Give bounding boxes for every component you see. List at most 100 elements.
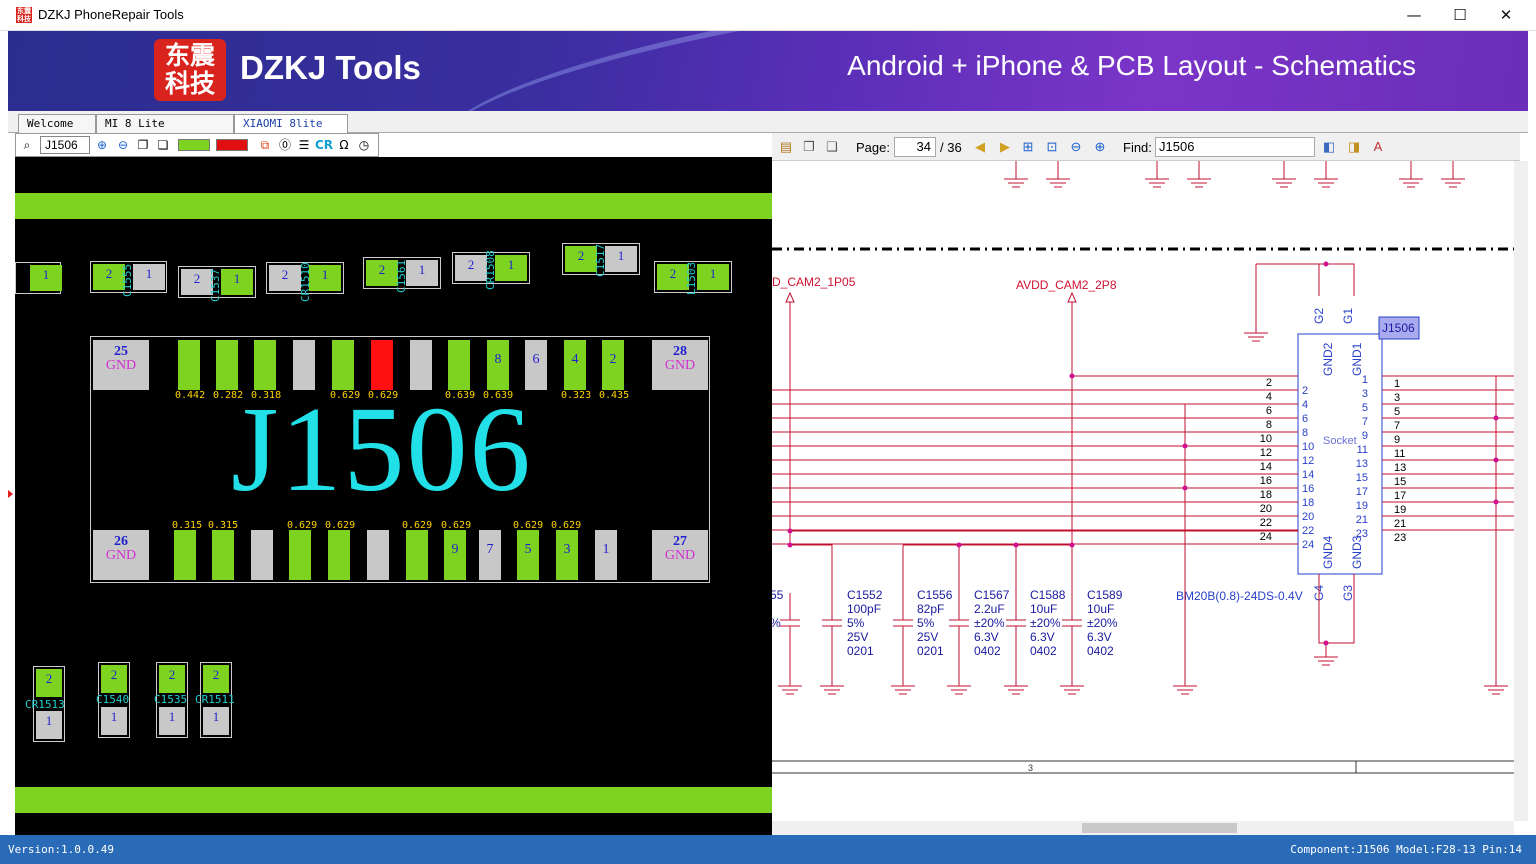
pin-number: 17 xyxy=(1394,490,1406,502)
pcb-search-input[interactable] xyxy=(40,136,90,154)
maximize-button[interactable]: ☐ xyxy=(1437,0,1483,31)
pin-number: 11 xyxy=(1394,448,1405,460)
pad: 1 xyxy=(133,264,165,290)
close-button[interactable]: ✕ xyxy=(1483,0,1529,31)
copy-icon[interactable]: ❐ xyxy=(801,139,817,155)
pcb-rail xyxy=(15,193,772,219)
pin-number: 5 xyxy=(1362,402,1368,414)
copy-icon[interactable]: ❐ xyxy=(135,137,151,153)
prev-page-icon[interactable]: ◀ xyxy=(972,139,988,155)
next-page-icon[interactable]: ▶ xyxy=(997,139,1013,155)
vertical-scrollbar[interactable] xyxy=(1514,161,1528,821)
title-bar[interactable]: 东震 科技 DZKJ PhoneRepair Tools — ☐ ✕ xyxy=(0,0,1536,31)
cr-icon[interactable]: CR xyxy=(314,137,334,153)
pin-pad[interactable]: 1 xyxy=(595,530,617,580)
pcb-rail xyxy=(15,787,772,813)
pin-pad[interactable]: 9 xyxy=(444,530,466,580)
pin-number: 7 xyxy=(1394,420,1400,432)
voltage-reading: 0.323 xyxy=(561,390,592,401)
ground-symbols-top xyxy=(1004,161,1465,188)
pin-label: G3 xyxy=(1341,585,1355,601)
capacitor-text: ±20% xyxy=(1030,616,1061,630)
pin-label: GND2 xyxy=(1321,342,1335,376)
tab-xiaomi-8lite[interactable]: XIAOMI 8lite✕ xyxy=(234,114,348,148)
pad: 1 xyxy=(495,255,527,281)
search-icon[interactable]: ⌕ xyxy=(19,137,35,153)
pin-pad[interactable] xyxy=(328,530,350,580)
horizontal-scrollbar[interactable] xyxy=(772,821,1514,835)
pin-number: 4 xyxy=(1302,399,1308,411)
pin-number: 9 xyxy=(1362,430,1368,442)
power-arrows xyxy=(785,291,1077,545)
capacitor-text: 6.3V xyxy=(1087,630,1112,644)
capacitor-text: 25V xyxy=(847,630,868,644)
pin-pad[interactable] xyxy=(251,530,273,580)
pin-pad[interactable]: 2 xyxy=(602,340,624,390)
part-ref: C1537 xyxy=(209,268,222,302)
pin-pad[interactable] xyxy=(212,530,234,580)
pin-pad[interactable] xyxy=(289,530,311,580)
paste-icon[interactable]: ❏ xyxy=(155,137,171,153)
red-color-picker[interactable] xyxy=(216,139,248,151)
pin-number: 8 xyxy=(1266,419,1272,431)
font-options-icon[interactable]: A xyxy=(1370,139,1386,155)
capacitor-text: 5% xyxy=(847,616,865,630)
page-number-input[interactable]: 34 xyxy=(894,137,936,157)
zoom-in-icon[interactable]: ⊕ xyxy=(1092,139,1108,155)
zoom-in-icon[interactable]: ⊕ xyxy=(94,137,110,153)
ohm-icon[interactable]: Ω xyxy=(336,137,352,153)
pad: 2 xyxy=(36,669,62,697)
pin-pad[interactable] xyxy=(178,340,200,390)
part-ref: C1561 xyxy=(395,259,408,293)
connector-footprint-j1506[interactable]: 25 GND 28 GND 26 GND 27 GND 8 6 4 2 0.442 0.… xyxy=(90,336,710,583)
pin-pad[interactable] xyxy=(367,530,389,580)
export-icon[interactable]: ❏ xyxy=(824,139,840,155)
find-previous-icon[interactable]: ◧ xyxy=(1321,139,1337,155)
app-window: 东震 科技 DZKJ PhoneRepair Tools — ☐ ✕ 东震 科技 D… xyxy=(0,0,1536,864)
capacitor-text: 10uF xyxy=(1030,602,1057,616)
schematic-view[interactable]: D_CAM2_1P05 AVDD_CAM2_2P8 J1506 Socket G… xyxy=(772,161,1514,821)
pin-number: 22 xyxy=(1260,517,1272,529)
pin-pad[interactable]: 4 xyxy=(564,340,586,390)
pcb-part[interactable]: 1 xyxy=(15,262,62,294)
capacitor-text: 6.3V xyxy=(974,630,999,644)
tab-mi8-lite-schematic[interactable]: MI 8 Lite Schematic xyxy=(96,114,234,148)
pad: 1 xyxy=(203,707,229,735)
pin-number: 18 xyxy=(1302,497,1314,509)
reset-icon[interactable]: ◷ xyxy=(356,137,372,153)
zoom-out-icon[interactable]: ⊖ xyxy=(1068,139,1084,155)
layer-icon[interactable]: ⧉ xyxy=(257,137,273,153)
pad: 1 xyxy=(605,246,637,272)
pin-number: 13 xyxy=(1394,462,1406,474)
fit-page-icon[interactable]: ⊞ xyxy=(1020,139,1036,155)
list-icon[interactable]: ☰ xyxy=(296,137,312,153)
capacitor-text: 0201 xyxy=(847,644,874,658)
open-icon[interactable]: ▤ xyxy=(778,139,794,155)
pin-pad[interactable]: 5 xyxy=(517,530,539,580)
capacitor-labels: 55%C1552100pF5%25V0201C155682pF5%25V0201… xyxy=(772,588,1123,658)
pin-pad[interactable]: 7 xyxy=(479,530,501,580)
schematic-toolbar: ▤ ❐ ❏ Page: 34 / 36 ◀ ▶ ⊞ ⊡ ⊖ ⊕ Find: J1… xyxy=(772,133,1520,161)
find-next-icon[interactable]: ◨ xyxy=(1346,139,1362,155)
scroll-thumb[interactable] xyxy=(1082,823,1237,833)
pcb-view[interactable]: 1 2 1 C1555 2 1 C1537 2 1 CR1510 2 1 C15… xyxy=(15,157,772,835)
fit-width-icon[interactable]: ⊡ xyxy=(1044,139,1060,155)
minimize-button[interactable]: — xyxy=(1391,0,1437,31)
tab-welcome[interactable]: Welcome xyxy=(18,114,96,133)
page-label: Page: xyxy=(856,140,890,155)
zoom-out-icon[interactable]: ⊖ xyxy=(115,137,131,153)
find-input[interactable]: J1506 xyxy=(1155,137,1315,157)
pin-number: 1 xyxy=(1362,374,1368,386)
pin-pad[interactable] xyxy=(174,530,196,580)
pad: 2 xyxy=(565,246,597,272)
green-color-picker[interactable] xyxy=(178,139,210,151)
junction-dot xyxy=(1323,261,1329,267)
pad: 2 xyxy=(101,665,127,693)
text-icon[interactable]: ⓪ xyxy=(277,137,293,153)
connector-model: BM20B(0.8)-24DS-0.4V xyxy=(1176,589,1303,603)
pin-pad[interactable]: 3 xyxy=(556,530,578,580)
capacitor-text: C1556 xyxy=(917,588,953,602)
pin-pad[interactable] xyxy=(406,530,428,580)
ground-strap xyxy=(1244,263,1355,342)
pin-number: 20 xyxy=(1302,511,1314,523)
